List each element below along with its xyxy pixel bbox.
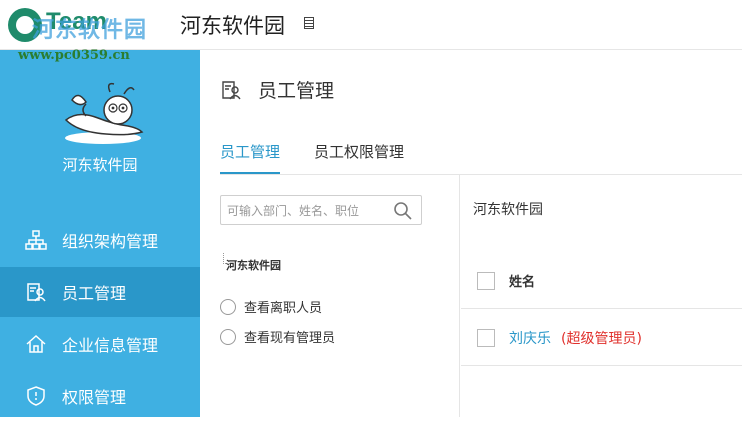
table-header-row: 姓名	[461, 253, 742, 309]
sidebar-item-org-structure[interactable]: 组织架构管理	[0, 215, 200, 265]
document-icon[interactable]	[304, 17, 314, 29]
filter-current-admins[interactable]: 查看现有管理员	[220, 327, 335, 346]
tree-root-node[interactable]: 河东软件园	[223, 253, 281, 273]
current-org-label: 河东软件园	[473, 202, 543, 218]
employee-list-panel: 河东软件园 姓名 刘庆乐 (超级管理员)	[461, 175, 742, 417]
employee-card-icon	[222, 80, 241, 99]
page-title: 员工管理	[258, 80, 335, 102]
column-header-name: 姓名	[509, 275, 536, 290]
admin-role-badge: (超级管理员)	[561, 330, 642, 347]
top-bar: Team 河东软件园 河东软件园	[0, 0, 742, 50]
watermark-text: 河东软件园	[32, 18, 148, 43]
shield-icon	[24, 384, 48, 408]
filter-label: 查看现有管理员	[244, 331, 336, 346]
tab-employee-management[interactable]: 员工管理	[220, 140, 281, 174]
sidebar-item-label: 组织架构管理	[62, 232, 159, 251]
row-checkbox[interactable]	[477, 328, 495, 347]
team-logo[interactable]: Team 河东软件园	[6, 6, 186, 46]
main-content: 员工管理 员工管理 员工权限管理 河东软件园 查看离职人员 查看现有管理员 河东…	[200, 50, 742, 417]
sidebar-item-label: 员工管理	[62, 284, 127, 303]
search-box	[220, 195, 422, 225]
radio-button[interactable]	[220, 328, 236, 345]
sidebar-item-label: 权限管理	[62, 388, 127, 407]
home-icon	[24, 332, 48, 356]
search-icon[interactable]	[393, 201, 413, 221]
sidebar-item-employee[interactable]: 员工管理	[0, 267, 200, 317]
search-input[interactable]	[227, 201, 389, 221]
table-row: 刘庆乐 (超级管理员)	[461, 310, 742, 366]
sidebar-item-company-info[interactable]: 企业信息管理	[0, 319, 200, 369]
sidebar-org-name: 河东软件园	[62, 156, 138, 174]
org-title: 河东软件园	[180, 14, 285, 38]
page-header: 员工管理	[220, 76, 334, 103]
select-all-checkbox[interactable]	[477, 271, 495, 290]
sidebar: 河东软件园 组织架构管理 员工管理 企业信息管理 权限管理	[0, 50, 200, 417]
sidebar-item-label: 企业信息管理	[62, 336, 159, 355]
watermark-url: www.pc0359.cn	[18, 48, 130, 63]
filter-label: 查看离职人员	[244, 301, 323, 316]
sidebar-item-permissions[interactable]: 权限管理	[0, 371, 200, 421]
employee-name-link[interactable]: 刘庆乐	[509, 328, 551, 348]
org-chart-icon	[24, 228, 48, 252]
radio-button[interactable]	[220, 298, 236, 315]
filter-resigned-staff[interactable]: 查看离职人员	[220, 297, 322, 316]
org-tree-panel: 河东软件园 查看离职人员 查看现有管理员	[200, 175, 460, 417]
tab-employee-permissions[interactable]: 员工权限管理	[314, 140, 404, 174]
mascot-avatar[interactable]	[58, 80, 148, 150]
employee-card-icon	[24, 280, 48, 304]
